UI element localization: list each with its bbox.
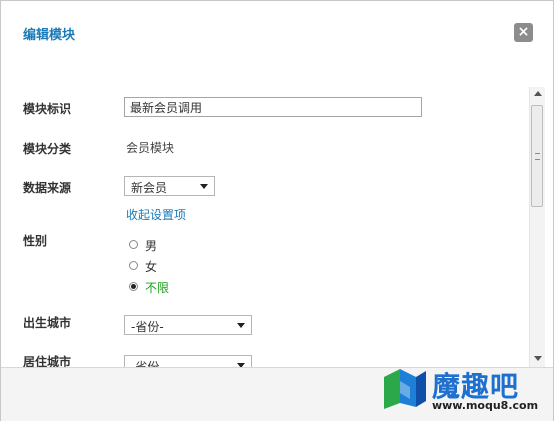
grip-icon (535, 153, 540, 160)
radio-icon (129, 261, 138, 270)
close-button[interactable]: × (514, 23, 533, 42)
site-watermark: 魔趣吧 www.moqu8.com (380, 357, 550, 419)
birth-city-select[interactable]: -省份- (124, 315, 252, 335)
data-source-label: 数据来源 (23, 181, 72, 195)
watermark-url: www.moqu8.com (432, 399, 539, 412)
radio-checked-icon (129, 282, 138, 291)
chevron-down-icon (237, 323, 245, 328)
radio-icon (129, 240, 138, 249)
chevron-down-icon (200, 184, 208, 189)
module-category-label: 模块分类 (23, 142, 72, 156)
residence-city-select[interactable]: -省份- (124, 355, 252, 367)
dialog-title: 编辑模块 (23, 28, 76, 43)
scrollbar-thumb[interactable] (531, 105, 543, 207)
gender-option-label: 女 (145, 260, 158, 274)
dialog-content: 模块标识 模块分类 会员模块 数据来源 新会员 收起设置项 性别 男 女 不限 … (1, 87, 529, 367)
residence-city-selected: -省份- (131, 360, 164, 367)
residence-city-label: 居住城市 (23, 355, 72, 367)
collapse-settings-link[interactable]: 收起设置项 (126, 206, 186, 223)
data-source-selected: 新会员 (131, 181, 168, 195)
module-id-input[interactable] (124, 97, 422, 117)
birth-city-selected: -省份- (131, 320, 164, 334)
module-category-value: 会员模块 (126, 141, 175, 155)
vertical-scrollbar[interactable] (529, 87, 545, 367)
data-source-select[interactable]: 新会员 (124, 176, 215, 196)
gender-option-label: 男 (145, 239, 158, 253)
cube-logo-icon (384, 369, 426, 409)
gender-label: 性别 (23, 234, 48, 248)
scroll-up-icon[interactable] (534, 91, 542, 96)
gender-option-label: 不限 (145, 281, 170, 295)
dialog-header: 编辑模块 × (1, 1, 553, 65)
close-icon: × (517, 24, 530, 40)
module-id-label: 模块标识 (23, 102, 72, 116)
birth-city-label: 出生城市 (23, 316, 72, 330)
